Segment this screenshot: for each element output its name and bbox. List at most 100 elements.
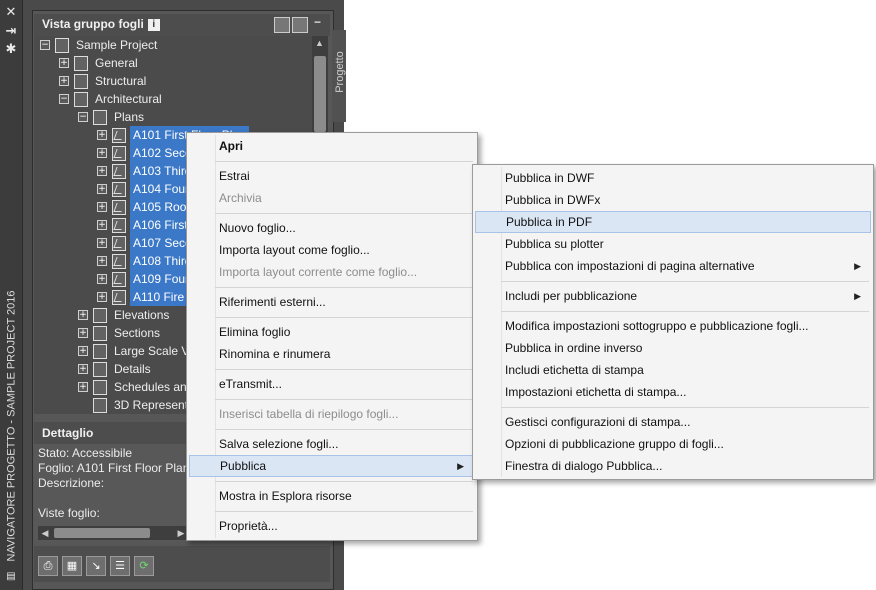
expand-icon[interactable]: + [97, 148, 107, 158]
tree-node[interactable]: − Architectural [34, 90, 312, 108]
side-tab-progetto[interactable]: Progetto [332, 30, 346, 122]
new-sheet-icon[interactable]: ▦ [62, 556, 82, 576]
list-icon[interactable]: ☰ [110, 556, 130, 576]
tree-node-label[interactable]: A105 Root [130, 198, 193, 216]
publish-submenu-item[interactable]: Includi etichetta di stampa [475, 359, 871, 381]
context-menu-item[interactable]: Proprietà... [189, 515, 475, 537]
expand-icon[interactable]: + [78, 382, 88, 392]
context-menu-item[interactable]: Rinomina e rinumera [189, 343, 475, 365]
close-icon[interactable]: ✕ [4, 5, 18, 19]
tree-node-label[interactable]: 3D Representa [111, 396, 198, 414]
publish-submenu-item[interactable]: Pubblica in DWF [475, 167, 871, 189]
tree-node[interactable]: − Plans [34, 108, 312, 126]
subset-icon [93, 380, 107, 395]
context-menu-item[interactable]: Estrai [189, 165, 475, 187]
tree-node-label[interactable]: A109 Four [130, 270, 193, 288]
tree-node-label[interactable]: A102 Seco [130, 144, 195, 162]
expand-icon[interactable]: + [97, 274, 107, 284]
collapse-icon[interactable]: − [40, 40, 50, 50]
context-menu-item[interactable]: Pubblica ▶ [189, 455, 475, 477]
context-menu-item[interactable]: Nuovo foglio... [189, 217, 475, 239]
tree-node-label[interactable]: A110 Fire [130, 288, 188, 306]
expand-icon[interactable]: + [97, 256, 107, 266]
publish-submenu-item[interactable]: Finestra di dialogo Pubblica... [475, 455, 871, 477]
context-menu-item[interactable]: eTransmit... [189, 373, 475, 395]
context-menu-item[interactable]: Importa layout come foglio... [189, 239, 475, 261]
tree-node-label[interactable]: A107 Seco [130, 234, 195, 252]
tree-node-label[interactable]: Architectural [92, 90, 165, 108]
expand-icon[interactable]: + [97, 202, 107, 212]
publish-submenu-item[interactable]: Pubblica in DWFx [475, 189, 871, 211]
publish-submenu-item[interactable]: Pubblica in ordine inverso [475, 337, 871, 359]
expand-icon[interactable]: + [78, 328, 88, 338]
properties-icon[interactable]: ✱ [4, 42, 18, 56]
tree-node[interactable]: + Structural [34, 72, 312, 90]
expand-icon[interactable]: + [97, 238, 107, 248]
context-menu-item[interactable]: Salva selezione fogli... [189, 433, 475, 455]
tree-node-label[interactable]: Details [111, 360, 154, 378]
context-menu-item[interactable]: Mostra in Esplora risorse [189, 485, 475, 507]
expand-icon[interactable]: + [59, 58, 69, 68]
expand-icon[interactable]: + [97, 184, 107, 194]
expand-icon[interactable]: + [78, 310, 88, 320]
expand-icon[interactable]: + [78, 364, 88, 374]
collapse-icon[interactable]: − [59, 94, 69, 104]
menu-separator [215, 511, 473, 512]
tree-node-label[interactable]: Elevations [111, 306, 172, 324]
tree-node-label[interactable]: A104 Four [130, 180, 193, 198]
collapse-section-icon[interactable]: − [314, 15, 321, 29]
tree-node-label[interactable]: Schedules and [111, 378, 196, 396]
publish-submenu-item[interactable]: Modifica impostazioni sottogruppo e pubb… [475, 315, 871, 337]
sheet-views-icon[interactable] [292, 17, 308, 33]
detail-sheet: Foglio: A101 First Floor Plan [38, 461, 190, 475]
publish-submenu-item[interactable]: Pubblica in PDF [475, 211, 871, 233]
context-menu-item[interactable]: Elimina foglio [189, 321, 475, 343]
expand-icon[interactable]: + [97, 220, 107, 230]
tree-node-label[interactable]: Large Scale Vi [111, 342, 195, 360]
tree-node-label[interactable]: Structural [92, 72, 149, 90]
expand-icon[interactable]: + [78, 346, 88, 356]
publish-submenu-item[interactable]: Gestisci configurazioni di stampa... [475, 411, 871, 433]
publish-submenu-item[interactable]: Impostazioni etichetta di stampa... [475, 381, 871, 403]
publish-submenu-item[interactable]: Pubblica su plotter [475, 233, 871, 255]
palette-title-bar[interactable]: ✕ ⇥ ✱ NAVIGATORE PROGETTO - SAMPLE PROJE… [0, 0, 23, 590]
publish-submenu-item-label: Pubblica in DWFx [505, 193, 601, 207]
scroll-left-icon[interactable]: ◀ [38, 526, 52, 540]
tree-node-label[interactable]: A103 Third [130, 162, 195, 180]
info-icon[interactable]: i [147, 18, 160, 31]
collapse-icon[interactable]: − [78, 112, 88, 122]
publish-icon[interactable]: ⎙ [38, 556, 58, 576]
publish-submenu-item-label: Pubblica in DWF [505, 171, 595, 185]
views-icon[interactable]: ↘ [86, 556, 106, 576]
tree-node-label[interactable]: Sections [111, 324, 163, 342]
refresh-icon[interactable]: ⟳ [134, 556, 154, 576]
expand-icon[interactable]: + [59, 76, 69, 86]
subset-icon [93, 362, 107, 377]
tree-node-label[interactable]: A108 Third [130, 252, 195, 270]
expand-icon[interactable]: + [97, 130, 107, 140]
tree-node-label[interactable]: Plans [111, 108, 147, 126]
context-menu-item-label: Estrai [219, 169, 250, 183]
tree-node[interactable]: − Sample Project [34, 36, 312, 54]
detail-status: Stato: Accessibile [38, 446, 133, 460]
publish-submenu-item[interactable]: Opzioni di pubblicazione gruppo di fogli… [475, 433, 871, 455]
sheet-list-icon[interactable] [274, 17, 290, 33]
tree-node[interactable]: + General [34, 54, 312, 72]
expand-icon[interactable]: + [97, 292, 107, 302]
scroll-up-icon[interactable]: ▲ [315, 38, 324, 48]
tree-node-label[interactable]: Sample Project [73, 36, 160, 54]
context-menu-item[interactable]: Riferimenti esterni... [189, 291, 475, 313]
publish-submenu-item[interactable]: Pubblica con impostazioni di pagina alte… [475, 255, 871, 277]
tree-scroll-thumb[interactable] [314, 56, 326, 132]
context-menu-item[interactable]: Apri [189, 135, 475, 157]
context-menu-item-label: Proprietà... [219, 519, 278, 533]
publish-submenu-item[interactable]: Includi per pubblicazione ▶ [475, 285, 871, 307]
context-menu-item-label: Archivia [219, 191, 262, 205]
tree-node-label[interactable]: General [92, 54, 141, 72]
subset-icon [74, 92, 88, 107]
detail-scroll-thumb[interactable] [54, 528, 150, 538]
expand-icon[interactable]: + [97, 166, 107, 176]
autohide-icon[interactable]: ⇥ [4, 24, 18, 38]
tree-node-label[interactable]: A106 First [130, 216, 191, 234]
palette-menu-icon[interactable]: ▤ [4, 570, 18, 584]
